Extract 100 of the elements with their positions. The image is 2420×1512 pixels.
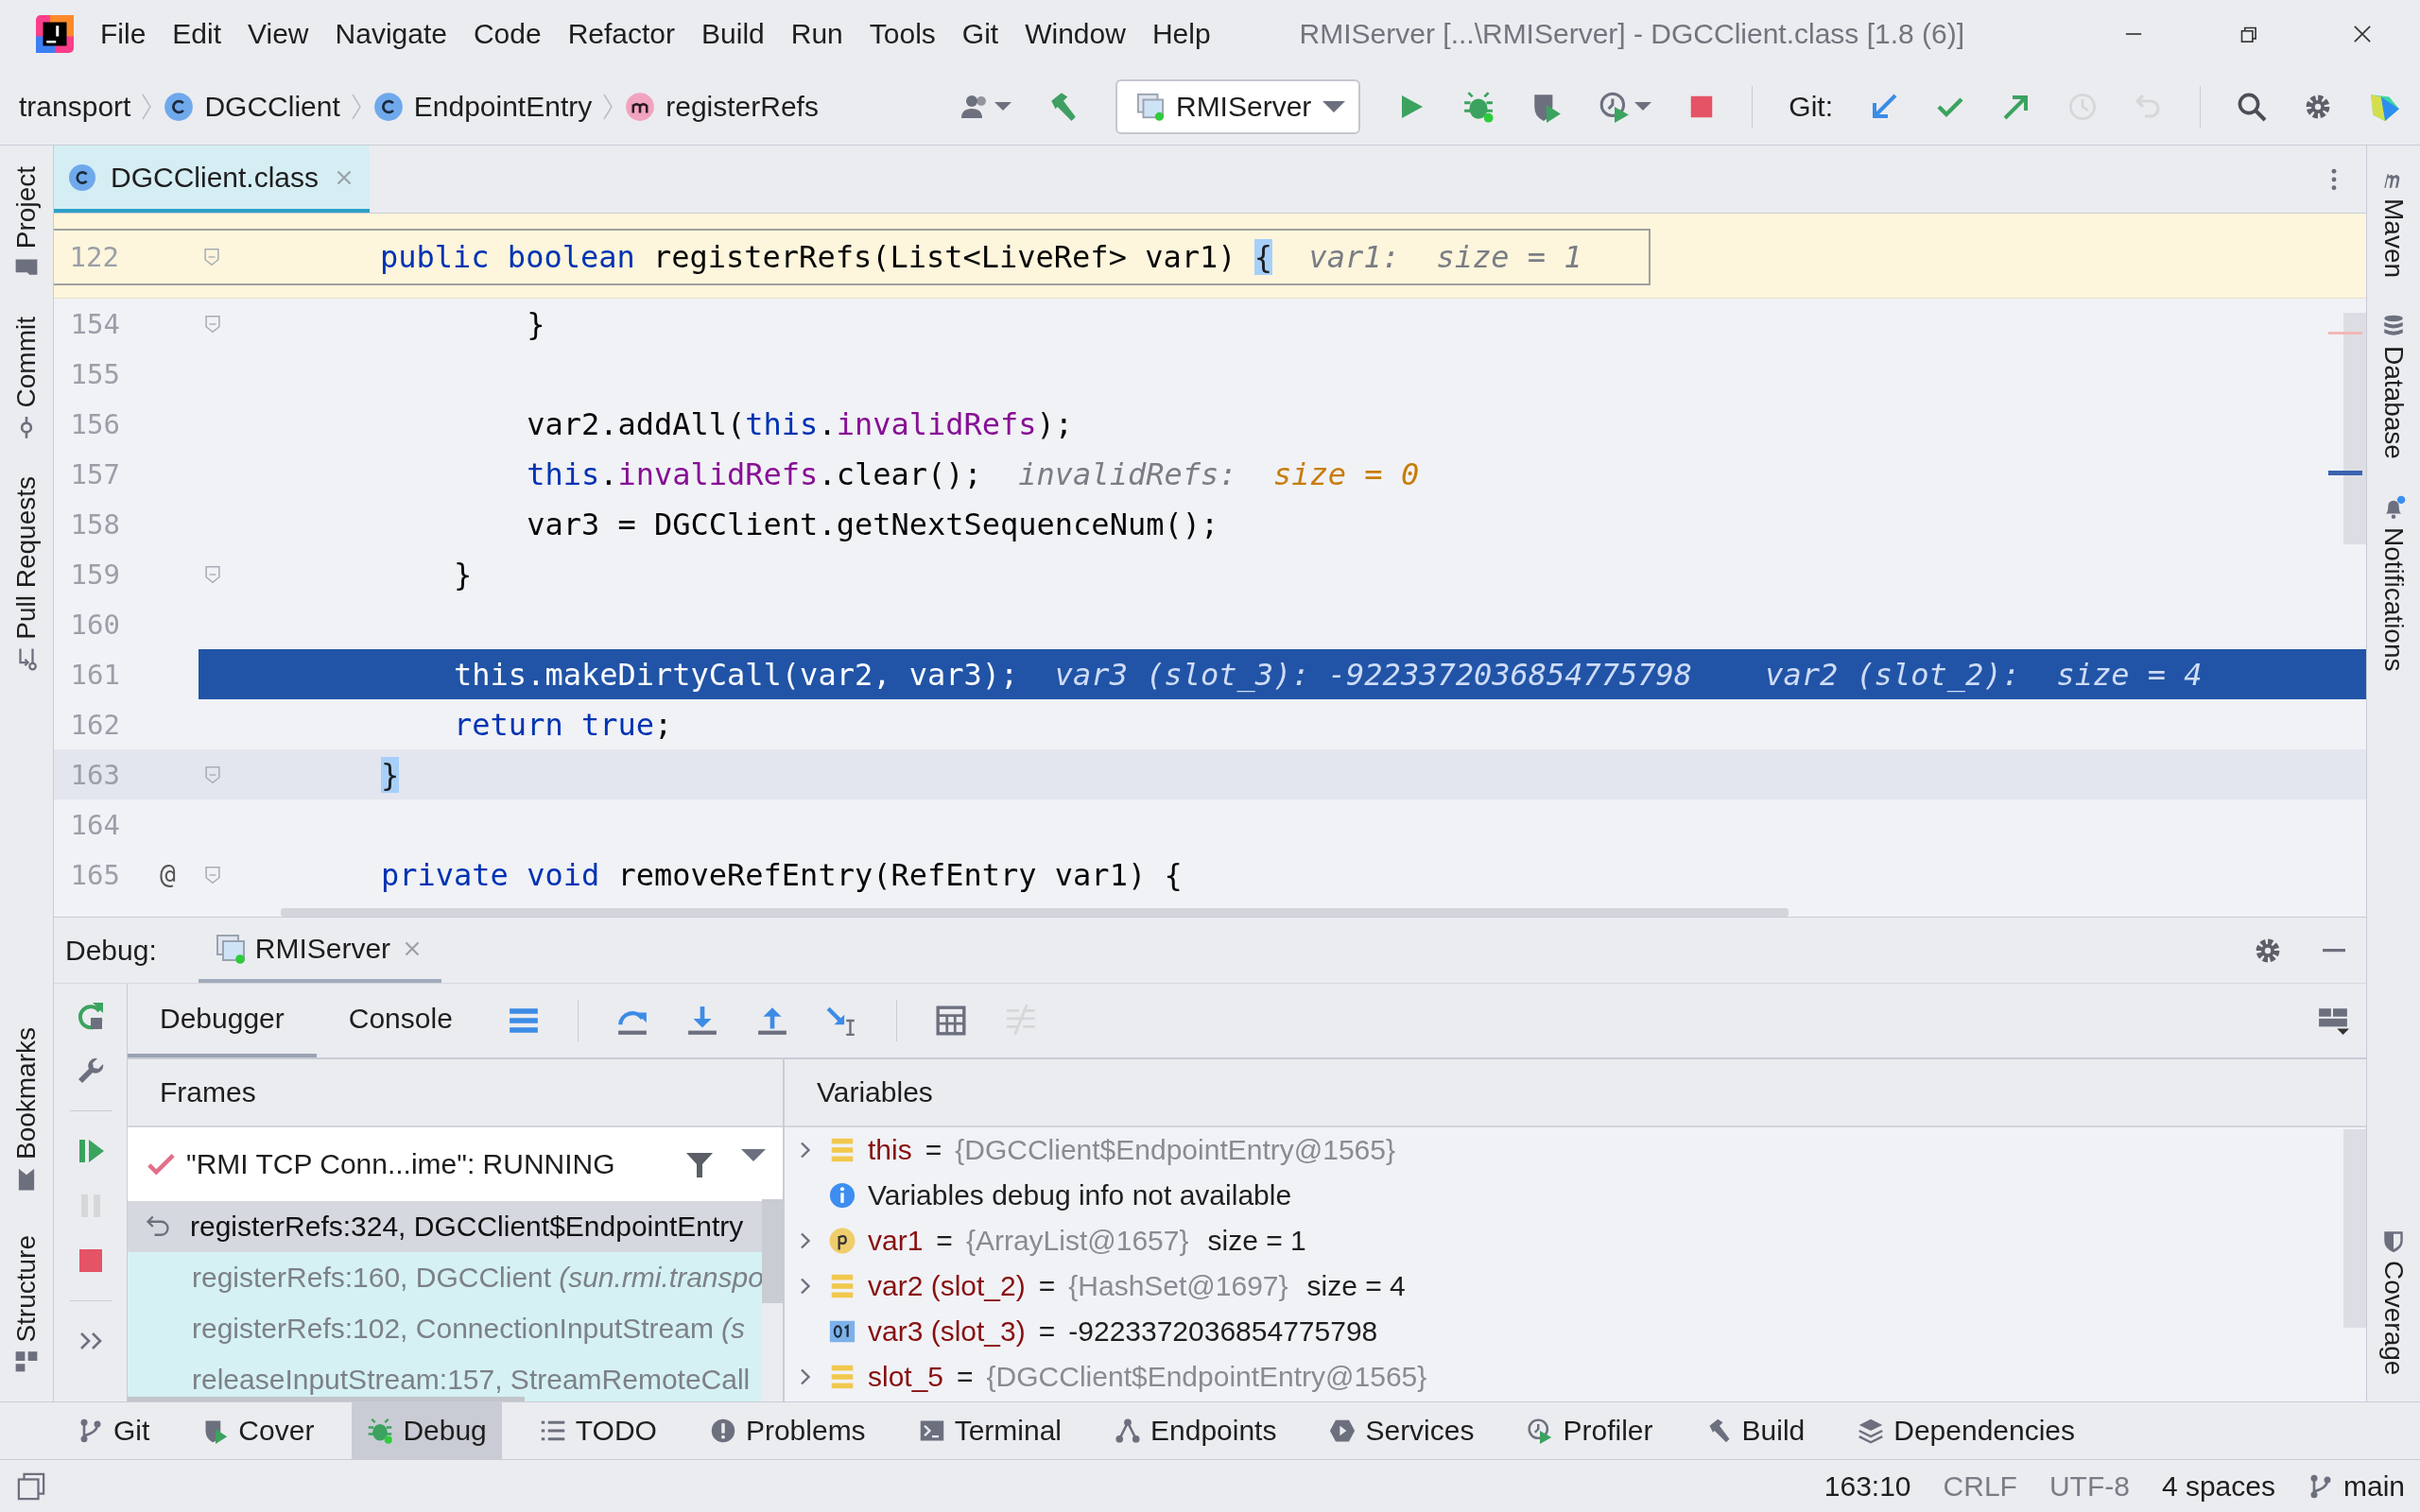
line-number: 156	[69, 407, 121, 440]
editor-tab[interactable]: DGCClient.class	[54, 146, 371, 213]
bug-icon	[367, 1418, 394, 1444]
tool-window-button[interactable]: Terminal	[903, 1402, 1077, 1459]
fold-icon[interactable]	[202, 764, 223, 785]
tool-window-button[interactable]: Structure	[11, 1235, 42, 1343]
tool-window-button[interactable]: Notifications	[2378, 526, 2409, 672]
code-line: var2.addAll(this.invalidRefs);	[526, 405, 1074, 442]
breadcrumb[interactable]: EndpointEntry	[413, 90, 593, 123]
indent-setting[interactable]: 4 spaces	[2161, 1469, 2275, 1503]
caret-icon[interactable]	[1634, 102, 1652, 111]
tool-window-button[interactable]: Pull Requests	[11, 475, 42, 640]
tool-window-button[interactable]: Database	[2378, 346, 2409, 459]
run-configuration-dropdown[interactable]: RMIServer	[1115, 78, 1361, 134]
search-icon[interactable]	[2237, 91, 2267, 122]
tool-window-button[interactable]: Cover	[187, 1402, 330, 1459]
scrollbar[interactable]	[2343, 1129, 2366, 1328]
tool-window-button[interactable]: Commit	[11, 317, 42, 408]
fold-icon[interactable]	[202, 313, 223, 335]
scrollbar[interactable]	[762, 1199, 783, 1303]
thread-selector[interactable]: "RMI TCP Conn...ime": RUNNING	[128, 1127, 783, 1201]
layers-icon	[1858, 1418, 1885, 1444]
variable-row[interactable]: slot_5 = {DGCClient$EndpointEntry@1565}	[785, 1354, 2342, 1400]
fold-icon[interactable]	[201, 247, 222, 267]
menu-item[interactable]: Code	[459, 12, 555, 56]
caret-icon	[741, 1149, 766, 1161]
line-number: 157	[69, 457, 121, 490]
scrollbar[interactable]	[2343, 313, 2366, 544]
menu-item[interactable]: File	[87, 12, 160, 56]
code-line: this.invalidRefs.clear(); invalidRefs: size = 0	[526, 455, 1420, 492]
code-line: }	[453, 556, 473, 593]
breadcrumb[interactable]: registerRefs	[666, 90, 819, 123]
parameter-icon	[828, 1227, 856, 1255]
line-number: 155	[69, 357, 121, 390]
menu-item[interactable]: Edit	[159, 12, 235, 56]
variable-row[interactable]: this = {DGCClient$EndpointEntry@1565}	[785, 1127, 2342, 1173]
step-into-icon[interactable]	[685, 1005, 718, 1037]
tool-window-button[interactable]: Profiler	[1512, 1402, 1668, 1459]
bug-icon[interactable]	[1462, 90, 1495, 123]
clock-run-icon[interactable]	[1599, 90, 1632, 123]
debugger-tab[interactable]: Console	[316, 984, 485, 1057]
menu-item[interactable]: Tools	[856, 12, 949, 56]
menu-item[interactable]: Run	[777, 12, 856, 56]
app-logo[interactable]	[36, 15, 74, 53]
breadcrumb[interactable]: DGCClient	[204, 90, 340, 123]
breadcrumb[interactable]: transport	[19, 90, 131, 123]
tool-window-button[interactable]: Git	[62, 1402, 165, 1459]
line-number: 162	[69, 708, 121, 741]
panel-toggle-icon[interactable]	[17, 1471, 45, 1501]
line-number: 122	[68, 241, 120, 273]
nodes-icon	[1115, 1418, 1141, 1444]
line-number: 158	[69, 507, 121, 541]
fold-icon[interactable]	[202, 563, 223, 585]
panel-title: Frames	[160, 1076, 256, 1108]
code-line: private void removeRefEntry(RefEntry var1) {	[381, 856, 1183, 893]
class-icon	[67, 162, 97, 193]
calculator-icon[interactable]	[934, 1005, 967, 1037]
variable-row[interactable]: var3 (slot_3) = -9223372036854775798	[785, 1309, 2342, 1354]
tool-window-button[interactable]: Dependencies	[1842, 1402, 2091, 1459]
scrollbar[interactable]	[128, 1397, 525, 1401]
caret-icon[interactable]	[994, 102, 1011, 111]
tool-window-button[interactable]: TODO	[524, 1402, 672, 1459]
method-icon	[624, 90, 657, 123]
panel-title: Variables	[817, 1076, 933, 1108]
fold-icon[interactable]	[202, 864, 223, 885]
panel-title: Debug:	[65, 934, 157, 967]
tool-window-button[interactable]: Maven	[2378, 198, 2409, 279]
git-label: Git:	[1789, 90, 1833, 123]
tool-window-button[interactable]: Endpoints	[1099, 1402, 1292, 1459]
code-line: var3 = DGCClient.getNextSequenceNum();	[526, 506, 1219, 542]
tool-window-button[interactable]: Debug	[352, 1402, 502, 1459]
caret-icon	[1322, 100, 1346, 112]
variable-row[interactable]: var2 (slot_2) = {HashSet@1697} size = 4	[785, 1263, 2342, 1309]
session-tab[interactable]: RMIServer	[198, 918, 442, 983]
line-number: 163	[69, 758, 121, 791]
menu-item[interactable]: Window	[1011, 12, 1139, 56]
tool-window-button[interactable]: Bookmarks	[11, 1027, 42, 1160]
gutter-mark: @	[160, 859, 176, 890]
variable-row[interactable]: var1 = {ArrayList@1657} size = 1	[785, 1218, 2342, 1263]
variable-row[interactable]: Variables debug info not available	[785, 1173, 2342, 1218]
tool-window-button[interactable]: Coverage	[2378, 1260, 2409, 1375]
menu-item[interactable]: Build	[688, 12, 778, 56]
info-icon	[828, 1181, 856, 1210]
line-number: 154	[69, 307, 121, 340]
stack-frame[interactable]: registerRefs:324, DGCClient$EndpointEntry	[128, 1201, 762, 1252]
tool-window-button[interactable]: Project	[11, 166, 42, 249]
menu-item[interactable]: Refactor	[554, 12, 689, 56]
scrollbar[interactable]	[281, 908, 1789, 917]
tool-window-button[interactable]: Build	[1690, 1402, 1821, 1459]
code-line: public boolean registerRefs(List<LiveRef> var1) { var1: size = 1	[380, 239, 1582, 275]
caret-position[interactable]: 163:10	[1824, 1469, 1911, 1503]
code-line: return true;	[453, 706, 673, 743]
line-number: 159	[69, 558, 121, 591]
menu-item[interactable]: Git	[948, 12, 1012, 56]
tool-window-button[interactable]: Services	[1314, 1402, 1490, 1459]
tool-window-button[interactable]: Problems	[694, 1402, 881, 1459]
git-branch[interactable]: main	[2342, 1469, 2405, 1503]
menu-item[interactable]: View	[234, 12, 322, 56]
menu-item[interactable]: Help	[1138, 12, 1224, 56]
menu-item[interactable]: Navigate	[321, 12, 460, 56]
